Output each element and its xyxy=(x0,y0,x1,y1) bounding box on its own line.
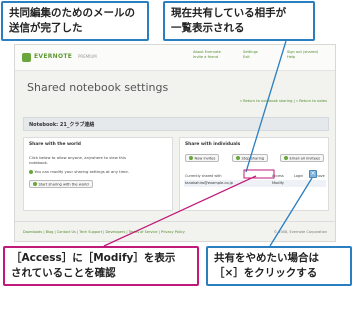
access-value[interactable]: Modify xyxy=(272,181,284,185)
callout-line: 現在共有している相手が xyxy=(171,7,287,19)
top-bar: EVERNOTE PREMIUM About Evernote Invite a… xyxy=(15,45,335,71)
top-link-group-settings[interactable]: Settings Exit xyxy=(243,50,258,60)
share-world-desc-2: notebook. xyxy=(29,160,49,165)
close-icon: × xyxy=(310,170,316,177)
footer: Downloads | Blog | Contact Us | Tech Sup… xyxy=(15,221,335,241)
top-link-group-about[interactable]: About Evernote Invite a friend xyxy=(193,50,221,60)
callout-line: ［Access］に［Modify］を表示 xyxy=(11,252,176,264)
logo-text: EVERNOTE xyxy=(34,53,73,60)
col-header-login: Login xyxy=(294,174,304,178)
stop-sharing-label: Stop sharing xyxy=(241,156,265,161)
notebook-label: Notebook: 21_クラブ連絡 xyxy=(29,122,95,128)
notebook-band: Notebook: 21_クラブ連絡 xyxy=(23,117,329,131)
new-invites-button[interactable]: New invites xyxy=(185,154,220,162)
callout-line: 一覧表示される xyxy=(171,22,245,34)
callout-stop-sharing: 共有をやめたい場合は ［×］をクリックする xyxy=(206,246,352,286)
exit-link[interactable]: Exit xyxy=(243,55,258,60)
email-all-button[interactable]: Email all invitees xyxy=(280,154,325,162)
col-header-shared-with: Currently shared with xyxy=(185,174,222,178)
info-icon xyxy=(29,169,33,174)
footer-links[interactable]: Downloads | Blog | Contact Us | Tech Sup… xyxy=(23,230,185,234)
top-link-group-signout[interactable]: Sign out (shared) Help xyxy=(287,50,318,60)
share-individuals-heading: Share with individuals xyxy=(185,142,241,147)
footer-copyright: © 2008, Evernote Corporation xyxy=(273,230,327,234)
stop-icon xyxy=(236,156,240,160)
callout-access-modify: ［Access］に［Modify］を表示 されていることを確認 xyxy=(3,246,199,286)
logo-subtitle: PREMIUM xyxy=(78,54,97,59)
callout-line: 共同編集のためのメールの xyxy=(9,7,135,19)
callout-line: 共有をやめたい場合は xyxy=(214,252,319,264)
start-sharing-label: Start sharing with the world xyxy=(38,182,89,187)
invite-link[interactable]: Invite a friend xyxy=(193,55,221,60)
share-world-heading: Share with the world xyxy=(29,142,81,147)
shared-email: tanakahiro@example.co.jp xyxy=(185,181,233,185)
callout-email-sent: 共同編集のためのメールの 送信が完了した xyxy=(1,1,149,41)
evernote-screenshot: EVERNOTE PREMIUM About Evernote Invite a… xyxy=(14,44,336,242)
share-world-note-text: You can modify your sharing settings at … xyxy=(34,169,129,174)
callout-shared-list: 現在共有している相手が 一覧表示される xyxy=(163,1,315,41)
callout-line: されていることを確認 xyxy=(11,267,116,279)
callout-line: ［×］をクリックする xyxy=(214,267,318,279)
help-link[interactable]: Help xyxy=(287,55,318,60)
mail-icon xyxy=(284,156,288,160)
remove-share-button[interactable]: × xyxy=(309,170,317,178)
start-sharing-button[interactable]: Start sharing with the world xyxy=(29,180,93,188)
share-world-note: You can modify your sharing settings at … xyxy=(29,169,129,174)
callout-line: 送信が完了した xyxy=(9,22,83,34)
col-header-access: Access xyxy=(272,174,284,178)
table-row: tanakahiro@example.co.jp Modify xyxy=(184,180,326,187)
email-all-label: Email all invitees xyxy=(289,156,321,161)
stop-sharing-button[interactable]: Stop sharing xyxy=(232,154,269,162)
evernote-logo-icon xyxy=(22,53,31,62)
globe-icon xyxy=(33,182,37,186)
add-icon xyxy=(189,156,193,160)
share-world-pane: Share with the world Click below to allo… xyxy=(23,137,173,211)
page-title: Shared notebook settings xyxy=(27,81,169,94)
new-invites-label: New invites xyxy=(194,156,216,161)
share-individuals-pane: Share with individuals New invites Stop … xyxy=(179,137,329,211)
return-links[interactable]: « Return to notebook sharing | « Return … xyxy=(240,99,327,103)
